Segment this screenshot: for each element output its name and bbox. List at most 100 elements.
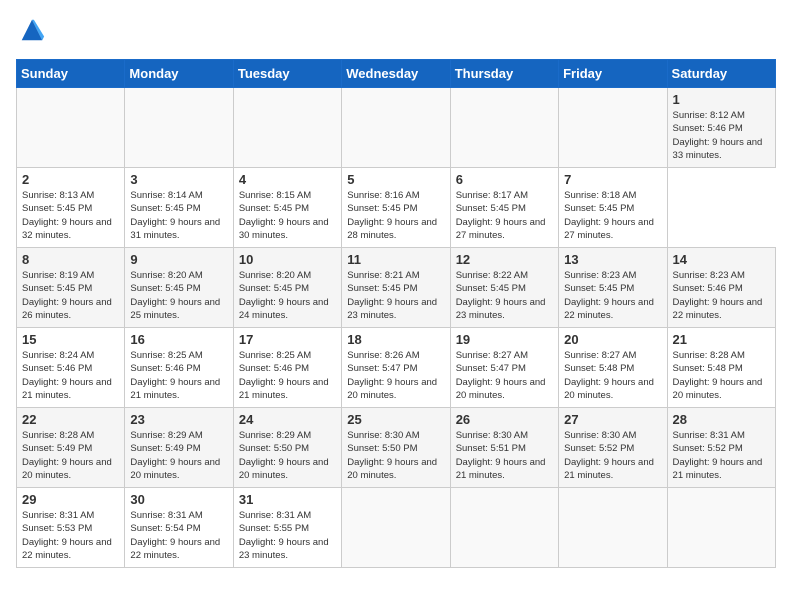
day-number: 28	[673, 412, 770, 427]
day-info: Sunrise: 8:14 AMSunset: 5:45 PMDaylight:…	[130, 189, 227, 242]
calendar-day-cell: 21 Sunrise: 8:28 AMSunset: 5:48 PMDayligh…	[667, 328, 775, 408]
day-info: Sunrise: 8:21 AMSunset: 5:45 PMDaylight:…	[347, 269, 444, 322]
calendar-empty-cell	[450, 488, 558, 568]
day-info: Sunrise: 8:30 AMSunset: 5:51 PMDaylight:…	[456, 429, 553, 482]
calendar-day-cell: 6Sunrise: 8:17 AMSunset: 5:45 PMDaylight…	[450, 168, 558, 248]
calendar-day-cell: 17 Sunrise: 8:25 AMSunset: 5:46 PMDayligh…	[233, 328, 341, 408]
calendar-empty-cell	[17, 88, 125, 168]
day-info: Sunrise: 8:28 AMSunset: 5:48 PMDaylight:…	[673, 349, 770, 402]
calendar-week-row: 8 Sunrise: 8:19 AMSunset: 5:45 PMDaylight…	[17, 248, 776, 328]
calendar-day-cell: 4 Sunrise: 8:15 AMSunset: 5:45 PMDaylight…	[233, 168, 341, 248]
day-number: 5	[347, 172, 444, 187]
calendar-week-row: 1 Sunrise: 8:12 AMSunset: 5:46 PMDaylight…	[17, 88, 776, 168]
day-number: 4	[239, 172, 336, 187]
day-info: Sunrise: 8:17 AMSunset: 5:45 PMDaylight:…	[456, 189, 553, 242]
calendar-header-row: SundayMondayTuesdayWednesdayThursdayFrid…	[17, 60, 776, 88]
calendar-day-cell: 25Sunrise: 8:30 AMSunset: 5:50 PMDayligh…	[342, 408, 450, 488]
day-info: Sunrise: 8:31 AMSunset: 5:55 PMDaylight:…	[239, 509, 336, 562]
calendar-day-cell: 26Sunrise: 8:30 AMSunset: 5:51 PMDayligh…	[450, 408, 558, 488]
day-number: 13	[564, 252, 661, 267]
calendar-week-row: 15Sunrise: 8:24 AMSunset: 5:46 PMDayligh…	[17, 328, 776, 408]
calendar-day-cell: 10Sunrise: 8:20 AMSunset: 5:45 PMDayligh…	[233, 248, 341, 328]
calendar-day-cell: 11 Sunrise: 8:21 AMSunset: 5:45 PMDayligh…	[342, 248, 450, 328]
day-info: Sunrise: 8:16 AMSunset: 5:45 PMDaylight:…	[347, 189, 444, 242]
day-info: Sunrise: 8:25 AMSunset: 5:46 PMDaylight:…	[130, 349, 227, 402]
col-header-sunday: Sunday	[17, 60, 125, 88]
day-number: 22	[22, 412, 119, 427]
day-number: 3	[130, 172, 227, 187]
calendar-day-cell: 22 Sunrise: 8:28 AMSunset: 5:49 PMDayligh…	[17, 408, 125, 488]
calendar-day-cell: 20Sunrise: 8:27 AMSunset: 5:48 PMDayligh…	[559, 328, 667, 408]
calendar-day-cell: 31Sunrise: 8:31 AMSunset: 5:55 PMDayligh…	[233, 488, 341, 568]
calendar-day-cell: 1 Sunrise: 8:12 AMSunset: 5:46 PMDaylight…	[667, 88, 775, 168]
day-number: 29	[22, 492, 119, 507]
day-number: 27	[564, 412, 661, 427]
day-info: Sunrise: 8:23 AMSunset: 5:45 PMDaylight:…	[564, 269, 661, 322]
calendar-empty-cell	[342, 88, 450, 168]
calendar-day-cell: 23 Sunrise: 8:29 AMSunset: 5:49 PMDayligh…	[125, 408, 233, 488]
calendar-day-cell: 15Sunrise: 8:24 AMSunset: 5:46 PMDayligh…	[17, 328, 125, 408]
col-header-friday: Friday	[559, 60, 667, 88]
calendar-week-row: 2Sunrise: 8:13 AMSunset: 5:45 PMDaylight…	[17, 168, 776, 248]
calendar-day-cell: 27Sunrise: 8:30 AMSunset: 5:52 PMDayligh…	[559, 408, 667, 488]
calendar-empty-cell	[342, 488, 450, 568]
day-number: 15	[22, 332, 119, 347]
calendar-day-cell: 18 Sunrise: 8:26 AMSunset: 5:47 PMDayligh…	[342, 328, 450, 408]
day-number: 14	[673, 252, 770, 267]
day-info: Sunrise: 8:31 AMSunset: 5:52 PMDaylight:…	[673, 429, 770, 482]
day-info: Sunrise: 8:22 AMSunset: 5:45 PMDaylight:…	[456, 269, 553, 322]
day-info: Sunrise: 8:19 AMSunset: 5:45 PMDaylight:…	[22, 269, 119, 322]
day-number: 9	[130, 252, 227, 267]
calendar-day-cell: 28 Sunrise: 8:31 AMSunset: 5:52 PMDayligh…	[667, 408, 775, 488]
day-info: Sunrise: 8:23 AMSunset: 5:46 PMDaylight:…	[673, 269, 770, 322]
day-number: 8	[22, 252, 119, 267]
day-number: 25	[347, 412, 444, 427]
calendar-week-row: 29Sunrise: 8:31 AMSunset: 5:53 PMDayligh…	[17, 488, 776, 568]
calendar-day-cell: 3 Sunrise: 8:14 AMSunset: 5:45 PMDaylight…	[125, 168, 233, 248]
day-info: Sunrise: 8:18 AMSunset: 5:45 PMDaylight:…	[564, 189, 661, 242]
day-number: 24	[239, 412, 336, 427]
day-info: Sunrise: 8:15 AMSunset: 5:45 PMDaylight:…	[239, 189, 336, 242]
calendar-day-cell: 16Sunrise: 8:25 AMSunset: 5:46 PMDayligh…	[125, 328, 233, 408]
day-number: 12	[456, 252, 553, 267]
calendar-week-row: 22 Sunrise: 8:28 AMSunset: 5:49 PMDayligh…	[17, 408, 776, 488]
col-header-thursday: Thursday	[450, 60, 558, 88]
calendar-empty-cell	[559, 88, 667, 168]
day-number: 21	[673, 332, 770, 347]
day-number: 18	[347, 332, 444, 347]
day-info: Sunrise: 8:20 AMSunset: 5:45 PMDaylight:…	[239, 269, 336, 322]
col-header-tuesday: Tuesday	[233, 60, 341, 88]
calendar-empty-cell	[667, 488, 775, 568]
logo	[16, 16, 46, 49]
day-info: Sunrise: 8:13 AMSunset: 5:45 PMDaylight:…	[22, 189, 119, 242]
day-number: 17	[239, 332, 336, 347]
day-number: 23	[130, 412, 227, 427]
calendar-day-cell: 30 Sunrise: 8:31 AMSunset: 5:54 PMDayligh…	[125, 488, 233, 568]
day-number: 19	[456, 332, 553, 347]
calendar-empty-cell	[559, 488, 667, 568]
day-info: Sunrise: 8:29 AMSunset: 5:49 PMDaylight:…	[130, 429, 227, 482]
calendar-day-cell: 8 Sunrise: 8:19 AMSunset: 5:45 PMDaylight…	[17, 248, 125, 328]
calendar-day-cell: 7 Sunrise: 8:18 AMSunset: 5:45 PMDaylight…	[559, 168, 667, 248]
calendar-day-cell: 13 Sunrise: 8:23 AMSunset: 5:45 PMDayligh…	[559, 248, 667, 328]
calendar-table: SundayMondayTuesdayWednesdayThursdayFrid…	[16, 59, 776, 568]
day-number: 11	[347, 252, 444, 267]
day-info: Sunrise: 8:28 AMSunset: 5:49 PMDaylight:…	[22, 429, 119, 482]
day-info: Sunrise: 8:26 AMSunset: 5:47 PMDaylight:…	[347, 349, 444, 402]
calendar-day-cell: 14 Sunrise: 8:23 AMSunset: 5:46 PMDayligh…	[667, 248, 775, 328]
calendar-empty-cell	[233, 88, 341, 168]
calendar-day-cell: 24Sunrise: 8:29 AMSunset: 5:50 PMDayligh…	[233, 408, 341, 488]
day-info: Sunrise: 8:27 AMSunset: 5:47 PMDaylight:…	[456, 349, 553, 402]
day-number: 30	[130, 492, 227, 507]
calendar-empty-cell	[450, 88, 558, 168]
col-header-saturday: Saturday	[667, 60, 775, 88]
col-header-wednesday: Wednesday	[342, 60, 450, 88]
day-info: Sunrise: 8:12 AMSunset: 5:46 PMDaylight:…	[673, 109, 770, 162]
calendar-body: 1 Sunrise: 8:12 AMSunset: 5:46 PMDaylight…	[17, 88, 776, 568]
day-info: Sunrise: 8:25 AMSunset: 5:46 PMDaylight:…	[239, 349, 336, 402]
day-info: Sunrise: 8:31 AMSunset: 5:54 PMDaylight:…	[130, 509, 227, 562]
day-number: 7	[564, 172, 661, 187]
day-number: 1	[673, 92, 770, 107]
calendar-day-cell: 5 Sunrise: 8:16 AMSunset: 5:45 PMDaylight…	[342, 168, 450, 248]
calendar-day-cell: 9Sunrise: 8:20 AMSunset: 5:45 PMDaylight…	[125, 248, 233, 328]
